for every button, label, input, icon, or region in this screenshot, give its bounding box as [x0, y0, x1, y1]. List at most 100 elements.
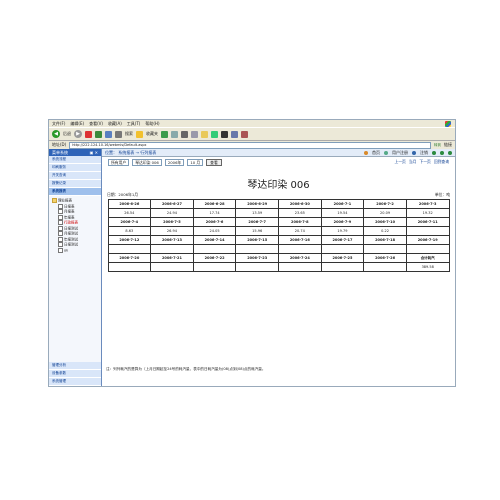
stop-icon[interactable] — [85, 130, 92, 138]
search-icon[interactable] — [115, 130, 122, 138]
menu-favorites[interactable]: 收藏(A) — [108, 121, 122, 127]
address-input[interactable]: http://222.124.10.16/webmis/Default.aspx — [69, 141, 431, 149]
date-cell: 2006-6-26 — [107, 199, 152, 209]
table-row: 2006-7-12 2006-7-13 2006-7-14 2006-7-15 2006… — [107, 235, 450, 245]
next-month-link[interactable]: 下一页 — [419, 159, 430, 165]
document-icon — [58, 214, 63, 220]
folder-icon — [52, 198, 57, 203]
value-cell — [107, 244, 152, 254]
table-row — [107, 244, 450, 254]
nav-item-params[interactable]: 设备参数 — [49, 370, 101, 378]
back-arrow-icon[interactable]: ◀ — [52, 130, 60, 138]
value-cell — [192, 244, 237, 254]
close-icon[interactable] — [448, 150, 452, 155]
date-cell: 2006-7-7 — [235, 217, 279, 227]
date-cell: 2006-6-28 — [192, 199, 237, 209]
date-cell: 2006-6-27 — [150, 199, 194, 209]
folder-icon[interactable] — [201, 130, 208, 138]
value-cell: 389.58 — [405, 262, 450, 272]
value-cell: 26.54 — [107, 208, 152, 218]
document-icon — [58, 203, 63, 209]
sidebar-header: 菜单系统 ▣ ✕ — [49, 149, 101, 156]
favorites-button-label[interactable]: 收藏夹 — [146, 131, 158, 137]
logout-link[interactable]: 注销 — [420, 150, 428, 156]
tree-item-label: 日报测试 — [64, 226, 78, 230]
value-cell: 24.05 — [192, 226, 237, 236]
menu-bar: 文件(F) 编辑(E) 查看(V) 收藏(A) 工具(T) 帮助(H) — [49, 120, 455, 127]
tree-item-label: ok — [64, 248, 69, 252]
tree-item[interactable]: ok — [52, 247, 98, 254]
date-cell: 2006-7-10 — [363, 217, 407, 227]
nav-item-print[interactable]: 印刷服务 — [49, 164, 101, 172]
value-cell: 24.94 — [150, 208, 194, 218]
nav-item-alarm[interactable]: 报警记录 — [49, 180, 101, 188]
tree-item-label: 日报测试 — [64, 242, 78, 247]
favorites-star-icon[interactable] — [136, 130, 143, 138]
refresh-icon[interactable] — [95, 130, 102, 138]
current-month-link[interactable]: 当月 — [409, 159, 417, 165]
document-icon — [58, 220, 63, 225]
menu-edit[interactable]: 编辑(E) — [70, 121, 84, 127]
value-cell — [363, 244, 407, 254]
nav-item-analysis[interactable]: 管理分析 — [49, 362, 101, 370]
home-link[interactable]: 首页 — [372, 150, 380, 156]
table-row: 2006-6-26 2006-6-27 2006-6-28 2006-6-29 2006… — [107, 199, 450, 209]
back-to-query-link[interactable]: 回到查询 — [434, 159, 449, 165]
year-select[interactable]: 2006年 — [164, 158, 185, 166]
menu-file[interactable]: 文件(F) — [52, 121, 65, 127]
company-select[interactable]: 所有用户 — [108, 158, 130, 166]
forward-arrow-icon[interactable]: ▶ — [74, 130, 82, 138]
help-icon[interactable] — [432, 150, 436, 155]
menu-tools[interactable]: 工具(T) — [127, 121, 141, 127]
menu-help[interactable]: 帮助(H) — [145, 121, 159, 127]
meter-select[interactable]: 琴达印染 006 — [132, 158, 162, 166]
back-button-label[interactable]: 后退 — [63, 131, 71, 137]
value-cell — [405, 226, 450, 236]
document-icon — [58, 225, 63, 231]
user-icon — [384, 150, 388, 155]
sidebar-controls[interactable]: ▣ ✕ — [90, 149, 98, 156]
breadcrumb-reports[interactable]: 系统报表 — [118, 150, 134, 155]
toolbar: ◀ 后退 ▶ 搜索 收藏夹 — [49, 127, 455, 141]
nav-item-admin[interactable]: 系统管理 — [49, 378, 101, 386]
prev-month-link[interactable]: 上一页 — [394, 159, 405, 165]
date-cell: 2006-7-21 — [150, 253, 194, 263]
register-link[interactable]: 用户注册 — [392, 150, 408, 156]
links-button[interactable]: 链接 — [444, 142, 452, 148]
history-icon[interactable] — [161, 130, 168, 138]
value-cell — [150, 244, 194, 254]
nav-item-reports[interactable]: 系统报表 — [49, 188, 101, 196]
sidebar-title: 菜单系统 — [52, 150, 68, 155]
value-cell: 23.65 — [278, 208, 322, 218]
search-button-label[interactable]: 搜索 — [125, 131, 133, 137]
table-row: 8.63 26.94 24.05 15.96 20.74 19.79 0.22 — [107, 226, 450, 236]
plugin-icon[interactable] — [241, 130, 248, 138]
tree-root-label: 理业报表 — [58, 198, 72, 203]
mail-icon[interactable] — [171, 130, 178, 138]
go-button[interactable]: 转到 — [434, 143, 441, 148]
month-select[interactable]: 10 月 — [187, 158, 204, 166]
date-cell: 2006-7-11 — [405, 217, 450, 227]
home-icon[interactable] — [105, 130, 112, 138]
calculator-icon[interactable] — [231, 130, 238, 138]
print-icon[interactable] — [181, 130, 188, 138]
document-icon — [58, 236, 63, 242]
report-note: 注：列列耗汽的是算为（上月日期起至24号的耗汽量，表中的日耗汽量为(08)点到(… — [106, 367, 266, 371]
date-cell: 2006-7-20 — [107, 253, 152, 263]
report-table: 2006-6-26 2006-6-27 2006-6-28 2006-6-29 2006… — [107, 199, 450, 272]
table-row: 2006-7-20 2006-7-21 2006-7-22 2006-7-23 2006… — [107, 253, 450, 263]
sidebar: 菜单系统 ▣ ✕ 系统流程 印刷服务 开关查询 报警记录 系统报表 理业报表 日… — [49, 149, 102, 386]
qq-icon[interactable] — [221, 130, 228, 138]
value-cell: 20.09 — [363, 208, 407, 218]
date-cell: 2006-7-15 — [235, 235, 279, 245]
value-cell — [363, 262, 407, 272]
date-cell: 2006-7-1 — [320, 199, 365, 209]
edit-icon[interactable] — [191, 130, 198, 138]
info-icon[interactable] — [440, 150, 444, 155]
query-button[interactable]: 查看 — [206, 158, 222, 166]
main-panel: 位置： 系统报表 → 行列报表 首页 用户注册 注销 所有用户 琴达印染 006… — [102, 149, 455, 386]
nav-item-switch[interactable]: 开关查询 — [49, 172, 101, 180]
messenger-icon[interactable] — [211, 130, 218, 138]
menu-view[interactable]: 查看(V) — [89, 121, 103, 127]
nav-item-flow[interactable]: 系统流程 — [49, 156, 101, 164]
